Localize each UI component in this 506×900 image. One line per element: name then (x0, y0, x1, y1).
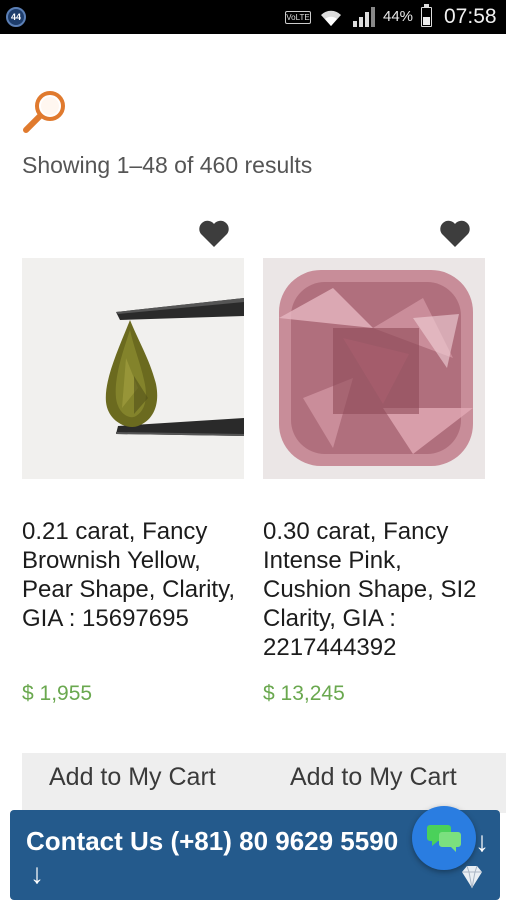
add-to-cart-button[interactable]: Add to My Cart (49, 763, 216, 792)
clock: 07:58 (444, 5, 497, 28)
product-price: $ 13,245 (263, 682, 345, 705)
product-price: $ 1,955 (22, 682, 93, 705)
arrow-down-icon: ↓ (30, 858, 44, 889)
chat-button[interactable] (412, 806, 476, 870)
contact-phone-text[interactable]: Contact Us (+81) 80 9629 5590 (26, 826, 398, 857)
product-image[interactable] (22, 258, 244, 479)
search-icon[interactable] (20, 86, 70, 136)
battery-icon (421, 4, 432, 27)
wifi-icon (321, 10, 341, 26)
arrow-down-icon: ↓ (475, 826, 489, 857)
results-count: Showing 1–48 of 460 results (22, 152, 313, 178)
diamond-icon (462, 865, 482, 889)
heart-icon[interactable] (197, 219, 231, 249)
signal-icon (353, 7, 375, 27)
battery-percent: 44% (383, 8, 414, 25)
chat-icon (427, 825, 461, 852)
add-to-cart-button[interactable]: Add to My Cart (290, 763, 457, 792)
volte-icon: VoLTE (285, 11, 311, 24)
notification-icon: 44 (6, 7, 26, 27)
product-title[interactable]: 0.21 carat, Fancy Brownish Yellow, Pear … (22, 517, 252, 633)
cart-bar: Add to My Cart Add to My Cart (22, 753, 506, 813)
heart-icon[interactable] (438, 219, 472, 249)
status-bar: 44 VoLTE 44% 07:58 (0, 0, 506, 34)
product-image[interactable] (263, 258, 485, 479)
product-title[interactable]: 0.30 carat, Fancy Intense Pink, Cushion … (263, 517, 493, 662)
